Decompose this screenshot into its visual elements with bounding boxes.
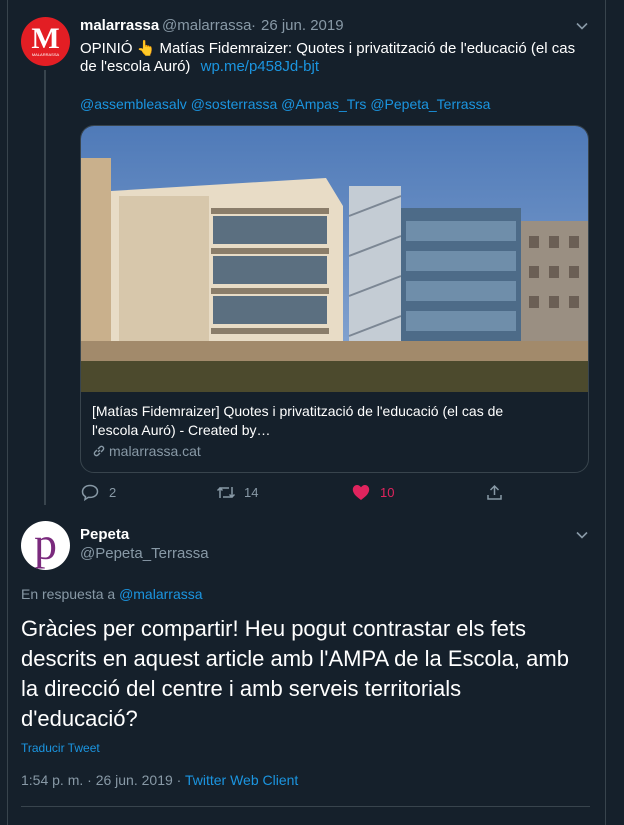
avatar-logo-small: MALARRASSA xyxy=(31,52,60,57)
reply-count: 2 xyxy=(109,485,117,500)
separator-dot: · xyxy=(251,17,256,34)
reply-to-mention[interactable]: @malarrassa xyxy=(119,586,202,602)
share-icon[interactable] xyxy=(486,484,503,501)
tweet-meta: 1:54 p. m. · 26 jun. 2019 · Twitter Web … xyxy=(21,772,298,788)
tweet-mentions[interactable]: @assembleasalv @sosterrassa @Ampas_Trs @… xyxy=(80,96,490,112)
reply-context: En respuesta a @malarrassa xyxy=(21,586,203,602)
avatar-pepeta[interactable]: p xyxy=(21,521,70,570)
tweet-body-line: descrits en aquest article amb l'AMPA de… xyxy=(21,646,569,671)
tweet-text-rest: Matías Fidemraizer: Quotes i privatitzac… xyxy=(159,40,576,57)
avatar-logo-letter: M xyxy=(31,22,60,55)
tweet-text-line2: de l'escola Auró) wp.me/p458Jd-bjt xyxy=(80,58,319,75)
reply-icon[interactable] xyxy=(81,484,99,501)
author-handle[interactable]: @malarrassa xyxy=(162,17,251,34)
tweet-link[interactable]: wp.me/p458Jd-bjt xyxy=(201,58,319,75)
reply-prefix: En respuesta a xyxy=(21,586,116,602)
tweet-body-line: d'educació? xyxy=(21,706,138,731)
card-title-line1: [Matías Fidemraizer] Quotes i privatitza… xyxy=(92,403,504,419)
translate-tweet-link[interactable]: Traducir Tweet xyxy=(21,741,100,755)
link-card[interactable]: [Matías Fidemraizer] Quotes i privatitza… xyxy=(80,125,589,473)
tweet-text-line1: OPINIÓ 👆 Matías Fidemraizer: Quotes i pr… xyxy=(80,39,575,57)
avatar-malarrassa[interactable]: M MALARRASSA xyxy=(21,17,70,66)
tweet-client[interactable]: Twitter Web Client xyxy=(185,772,298,788)
pointing-up-emoji: 👆 xyxy=(136,40,156,57)
heart-icon[interactable] xyxy=(352,484,370,501)
tweet-body-line: la direcció del centre i amb serveis ter… xyxy=(21,676,462,701)
thread-line xyxy=(44,70,46,505)
tweet-timestamp[interactable]: 1:54 p. m. · 26 jun. 2019 · xyxy=(21,772,181,788)
chevron-down-icon[interactable] xyxy=(575,19,589,33)
tweet-date[interactable]: 26 jun. 2019 xyxy=(261,17,344,34)
card-domain: malarrassa.cat xyxy=(109,443,201,459)
like-count: 10 xyxy=(380,485,395,500)
tweet-text-lead: OPINIÓ xyxy=(80,40,133,57)
author-handle[interactable]: @Pepeta_Terrassa xyxy=(80,545,209,562)
tweet-body-line: Gràcies per compartir! Heu pogut contras… xyxy=(21,616,526,641)
retweet-icon[interactable] xyxy=(216,484,236,501)
tweet-text-line2-text: de l'escola Auró) xyxy=(80,58,191,75)
avatar-letter: p xyxy=(34,521,57,569)
card-title-line2: l'escola Auró) - Created by… xyxy=(92,422,271,438)
link-icon xyxy=(93,445,105,457)
tweet-body: Gràcies per compartir! Heu pogut contras… xyxy=(21,614,569,734)
card-image xyxy=(81,126,588,392)
divider xyxy=(21,806,590,807)
retweet-count: 14 xyxy=(244,485,259,500)
author-name[interactable]: malarrassa xyxy=(80,17,159,34)
author-name[interactable]: Pepeta xyxy=(80,526,129,543)
chevron-down-icon[interactable] xyxy=(575,528,589,542)
